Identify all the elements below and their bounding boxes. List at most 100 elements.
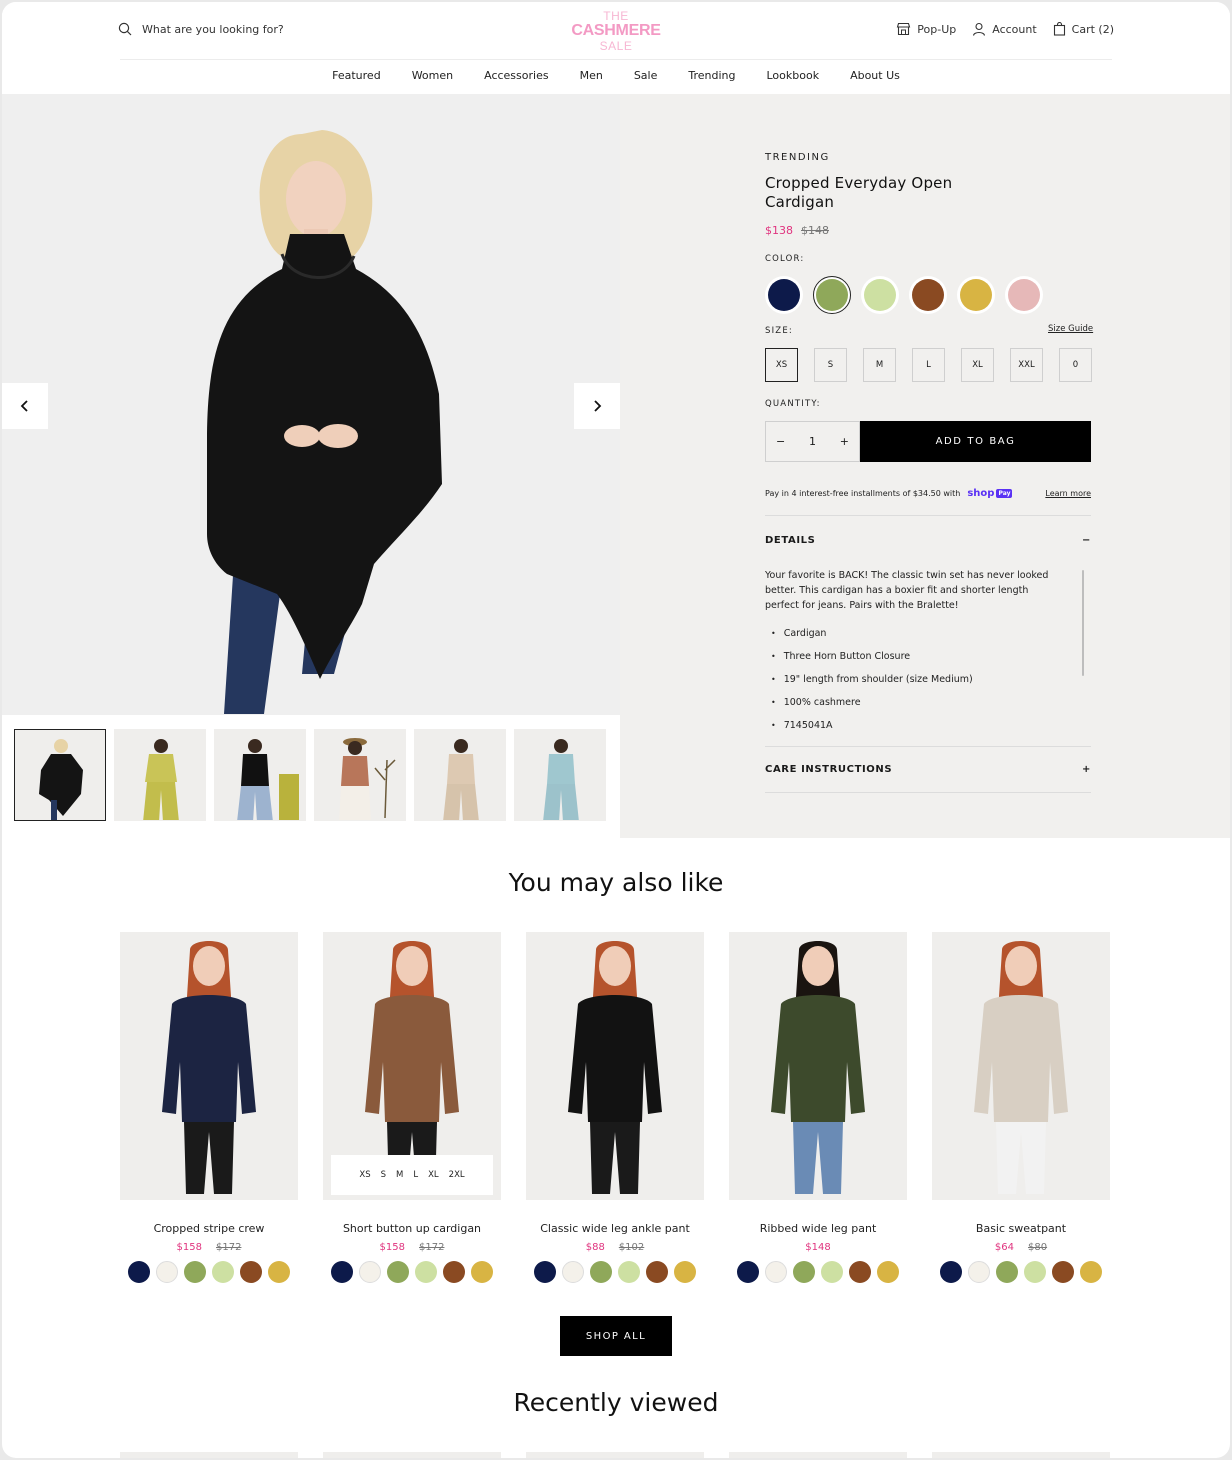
color-swatch[interactable] [443,1261,465,1283]
nav-lookbook[interactable]: Lookbook [766,69,819,82]
size-option-xxl[interactable]: XXL [1010,348,1043,382]
product-card-image[interactable] [526,932,704,1200]
color-swatch[interactable] [877,1261,899,1283]
nav-about-us[interactable]: About Us [850,69,900,82]
thumbnail-4[interactable] [314,729,406,821]
color-swatch[interactable] [996,1261,1018,1283]
quick-size-option[interactable]: XS [359,1170,370,1180]
color-swatch[interactable] [957,276,995,314]
cart-link[interactable]: Cart (2) [1053,22,1114,36]
color-swatch[interactable] [618,1261,640,1283]
recently-viewed-card[interactable] [323,1452,501,1458]
search-placeholder[interactable]: What are you looking for? [142,23,284,36]
size-option-0[interactable]: 0 [1059,348,1092,382]
product-card-image[interactable] [932,932,1110,1200]
nav-trending[interactable]: Trending [688,69,735,82]
nav-accessories[interactable]: Accessories [484,69,548,82]
color-swatch[interactable] [331,1261,353,1283]
care-accordion-header[interactable]: CARE INSTRUCTIONS + [765,764,1091,775]
size-option-xl[interactable]: XL [961,348,994,382]
color-swatch[interactable] [590,1261,612,1283]
color-swatch[interactable] [813,276,851,314]
quick-size-option[interactable]: M [396,1170,403,1180]
color-swatch[interactable] [1005,276,1043,314]
color-swatch[interactable] [415,1261,437,1283]
color-swatch[interactable] [849,1261,871,1283]
color-swatch[interactable] [184,1261,206,1283]
color-swatch[interactable] [765,1261,787,1283]
size-option-s[interactable]: S [814,348,847,382]
learn-more-link[interactable]: Learn more [1045,489,1091,498]
size-guide-link[interactable]: Size Guide [1048,324,1093,334]
product-card-name[interactable]: Basic sweatpant [932,1222,1110,1235]
recently-viewed-card[interactable] [526,1452,704,1458]
quick-size-option[interactable]: S [381,1170,386,1180]
gallery-prev-button[interactable] [2,383,48,429]
color-swatch[interactable] [968,1261,990,1283]
product-card-name[interactable]: Classic wide leg ankle pant [526,1222,704,1235]
gallery-next-button[interactable] [574,383,620,429]
color-swatch[interactable] [212,1261,234,1283]
product-card-image[interactable]: XS S M L XL 2XL [323,932,501,1200]
color-swatch[interactable] [471,1261,493,1283]
color-swatch[interactable] [268,1261,290,1283]
product-card-image[interactable] [120,932,298,1200]
product-card-name[interactable]: Short button up cardigan [323,1222,501,1235]
quantity-increase-button[interactable]: + [840,435,849,448]
search-bar[interactable]: What are you looking for? [118,22,284,36]
color-swatch[interactable] [861,276,899,314]
color-swatch[interactable] [1080,1261,1102,1283]
quick-size-option[interactable]: 2XL [449,1170,465,1180]
thumbnail-5[interactable] [414,729,506,821]
color-swatch[interactable] [909,276,947,314]
color-swatch[interactable] [128,1261,150,1283]
popup-link[interactable]: Pop-Up [896,22,956,36]
details-scrollbar[interactable] [1082,570,1084,676]
product-card-name[interactable]: Ribbed wide leg pant [729,1222,907,1235]
recently-viewed-card[interactable] [120,1452,298,1458]
size-option-xs[interactable]: XS [765,348,798,382]
details-accordion-header[interactable]: DETAILS − [765,535,1091,546]
product-card[interactable]: Cropped stripe crew $158 $172 [120,932,298,1283]
quick-size-option[interactable]: XL [428,1170,439,1180]
product-card[interactable]: XS S M L XL 2XL Short button up cardigan $158 $1… [323,932,501,1283]
recently-viewed-card[interactable] [729,1452,907,1458]
color-swatch[interactable] [940,1261,962,1283]
thumbnail-1[interactable] [14,729,106,821]
account-link[interactable]: Account [972,22,1037,36]
color-swatch[interactable] [1024,1261,1046,1283]
color-swatch[interactable] [737,1261,759,1283]
nav-women[interactable]: Women [412,69,453,82]
thumbnail-3[interactable] [214,729,306,821]
quantity-value[interactable]: 1 [809,435,816,448]
shop-all-button[interactable]: SHOP ALL [560,1316,672,1356]
site-logo[interactable]: THE CASHMERE SALE [558,10,674,56]
product-main-image[interactable] [2,94,620,715]
quantity-decrease-button[interactable]: − [776,435,785,448]
quick-size-option[interactable]: L [413,1170,418,1180]
thumbnail-2[interactable] [114,729,206,821]
color-swatch[interactable] [156,1261,178,1283]
size-option-m[interactable]: M [863,348,896,382]
size-option-l[interactable]: L [912,348,945,382]
product-card-image[interactable] [729,932,907,1200]
color-swatch[interactable] [534,1261,556,1283]
color-swatch[interactable] [562,1261,584,1283]
product-card[interactable]: Classic wide leg ankle pant $88 $102 [526,932,704,1283]
nav-men[interactable]: Men [580,69,603,82]
add-to-bag-button[interactable]: ADD TO BAG [860,421,1091,462]
color-swatch[interactable] [240,1261,262,1283]
thumbnail-6[interactable] [514,729,606,821]
nav-featured[interactable]: Featured [332,69,381,82]
nav-sale[interactable]: Sale [634,69,658,82]
product-card[interactable]: Basic sweatpant $64 $80 [932,932,1110,1283]
color-swatch[interactable] [793,1261,815,1283]
color-swatch[interactable] [359,1261,381,1283]
product-card-name[interactable]: Cropped stripe crew [120,1222,298,1235]
color-swatch[interactable] [674,1261,696,1283]
color-swatch[interactable] [765,276,803,314]
product-card[interactable]: Ribbed wide leg pant $148 [729,932,907,1283]
color-swatch[interactable] [646,1261,668,1283]
color-swatch[interactable] [821,1261,843,1283]
recently-viewed-card[interactable] [932,1452,1110,1458]
